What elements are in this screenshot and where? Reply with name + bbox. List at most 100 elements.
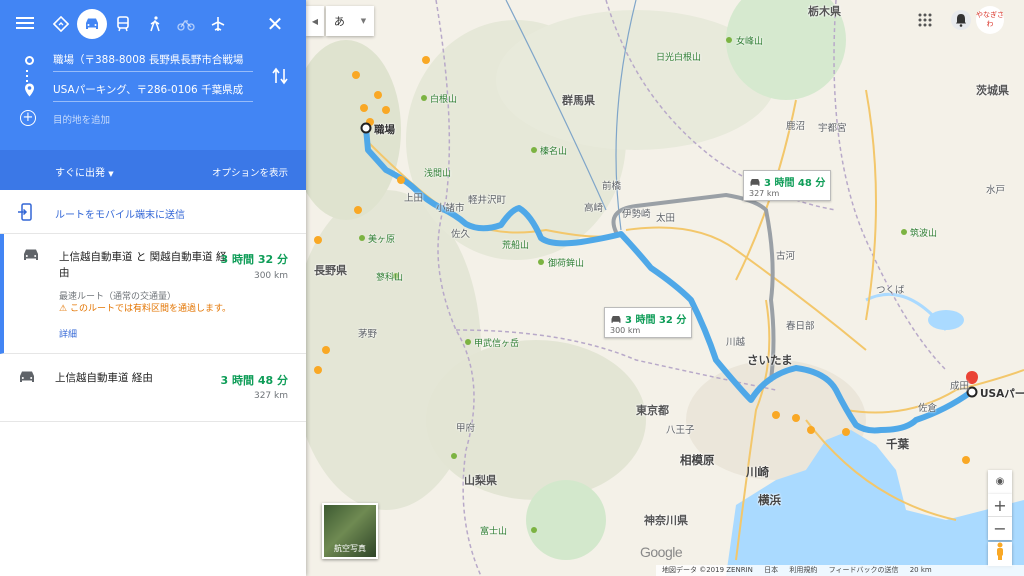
pref-label: 東京都 [636,404,669,417]
google-logo: Google [640,544,683,560]
city-label: さいたま [747,353,793,367]
menu-icon[interactable] [16,14,36,34]
main-route-distance: 300 km [610,326,641,335]
swap-icon[interactable] [272,66,288,86]
city-label: 前橋 [602,181,622,192]
route-option-1[interactable]: 上信越自動車道 と 関越自動車道 経由 3 時間 32 分 300 km 最速ル… [0,234,306,354]
city-label: 佐倉 [918,403,938,414]
car-mode-icon[interactable] [77,9,107,39]
pref-label: 栃木県 [808,5,841,18]
route-title: 上信越自動車道 と 関越自動車道 経由 [59,251,227,279]
region-link[interactable]: 日本 [764,566,778,574]
car-icon [611,315,621,323]
pref-label: 長野県 [314,264,347,277]
close-icon[interactable]: ✕ [264,13,286,35]
destination-input[interactable]: USAパーキング、〒286-0106 千葉県成 [53,82,253,102]
toll-warning: ⚠ このルートでは有料区間を通過します。 [59,301,231,314]
city-label: 横浜 [758,493,781,507]
notifications-bell-icon[interactable] [951,10,971,30]
bicycle-mode-icon[interactable] [171,9,201,39]
send-to-mobile-label: ルートをモバイル端末に送信 [55,210,185,221]
caret-down-icon: ▼ [108,170,114,178]
origin-label: 職場 [374,124,395,136]
car-icon [750,178,760,186]
city-label: 相模原 [680,453,715,467]
travel-mode-row: ✕ [0,9,306,39]
mountain-label: 御荷鉾山 [548,259,585,269]
destination-pin-icon [25,83,34,97]
alt-route-callout[interactable]: 3 時間 48 分 327 km [743,170,832,201]
send-to-mobile-button[interactable]: ルートをモバイル端末に送信 [0,190,306,234]
origin-input[interactable]: 職場（〒388-8008 長野県長野市合戦場 [53,52,253,72]
city-label: 軽井沢町 [468,195,507,206]
transit-mode-icon[interactable] [108,9,138,39]
collapse-panel-button[interactable]: ◀ [306,6,324,36]
depart-now-dropdown[interactable]: すぐに出発 ▼ [55,164,114,179]
city-label: 甲府 [456,423,476,434]
city-label: 八王子 [666,425,695,436]
input-language-dropdown[interactable]: あ ▼ [326,6,374,36]
pref-label: 山梨県 [464,474,497,487]
alt-route-time: 3 時間 48 分 [764,178,826,189]
zoom-in-button[interactable]: + [988,494,1012,517]
car-icon [24,249,38,260]
main-route-callout[interactable]: 3 時間 32 分 300 km [604,307,693,338]
city-label: 伊勢崎 [622,209,651,220]
mountain-label: 荒船山 [502,241,530,251]
route-distance: 327 km [253,391,288,401]
show-options-button[interactable]: オプションを表示 [212,165,288,179]
route-distance: 300 km [253,271,288,281]
depart-bar: すぐに出発 ▼ オプションを表示 [0,150,306,190]
city-label: 上田 [404,193,424,204]
city-label: 佐久 [451,229,471,240]
zoom-out-button[interactable]: − [988,517,1012,540]
warning-icon: ⚠ [59,304,68,314]
city-label: 川越 [726,337,746,348]
pref-label: 神奈川県 [644,514,688,527]
destination-label: USAパー [980,388,1024,400]
origin-marker [360,122,372,134]
street-view-pegman-icon[interactable] [988,542,1012,566]
scale-label: 20 km [909,566,932,574]
mountain-label: 富士山 [480,527,508,537]
terms-link[interactable]: 利用規約 [789,566,817,574]
zoom-controls: + − [988,494,1012,540]
city-label: 成田 [950,381,970,392]
language-label: あ [333,15,345,28]
satellite-label: 航空写真 [334,544,366,553]
best-route-mode-icon[interactable] [46,9,76,39]
account-avatar[interactable]: やなぎさわ [976,6,1004,34]
origin-dot-icon [25,56,34,65]
add-destination-button[interactable]: + 目的地を追加 [20,110,260,130]
city-label: 茅野 [358,329,378,340]
route-duration: 3 時間 48 分 [220,374,288,387]
mountain-label: 女峰山 [736,37,764,47]
route-duration: 3 時間 32 分 [220,253,288,266]
map-base-layer [306,0,1024,576]
send-to-device-icon [18,203,32,221]
city-label: 宇都宮 [818,123,847,134]
city-label: 古河 [776,251,796,262]
toll-warning-text: このルートでは有料区間を通過します。 [69,304,232,314]
add-destination-label: 目的地を追加 [53,115,111,126]
city-label: 春日部 [786,321,815,332]
satellite-toggle[interactable]: 航空写真 [322,503,378,559]
city-label: 水戸 [986,185,1006,196]
mountain-label: 浅間山 [424,169,452,179]
walking-mode-icon[interactable] [140,9,170,39]
map-data-credit: 地図データ ©2019 ZENRIN [662,566,753,574]
flight-mode-icon[interactable] [203,9,233,39]
city-label: つくば [876,285,905,296]
route-option-2[interactable]: 上信越自動車道 経由 3 時間 48 分 327 km [0,354,306,422]
my-location-button[interactable]: ◉ [988,470,1012,494]
city-label: 鹿沼 [786,121,806,132]
city-label: 小諸市 [436,203,465,214]
apps-grid-icon[interactable] [918,13,932,27]
map-footer: 地図データ ©2019 ZENRIN 日本 利用規約 フィードバックの送信 20… [656,565,1024,576]
feedback-link[interactable]: フィードバックの送信 [829,566,899,574]
route-details-link[interactable]: 詳細 [59,327,77,340]
map-canvas[interactable]: ◀ あ ▼ やなぎさわ 3 時間 48 分 327 km 3 時間 32 分 3… [306,0,1024,576]
car-icon [20,371,34,382]
alt-route-distance: 327 km [749,189,780,198]
destination-row: USAパーキング、〒286-0106 千葉県成 [20,80,260,102]
